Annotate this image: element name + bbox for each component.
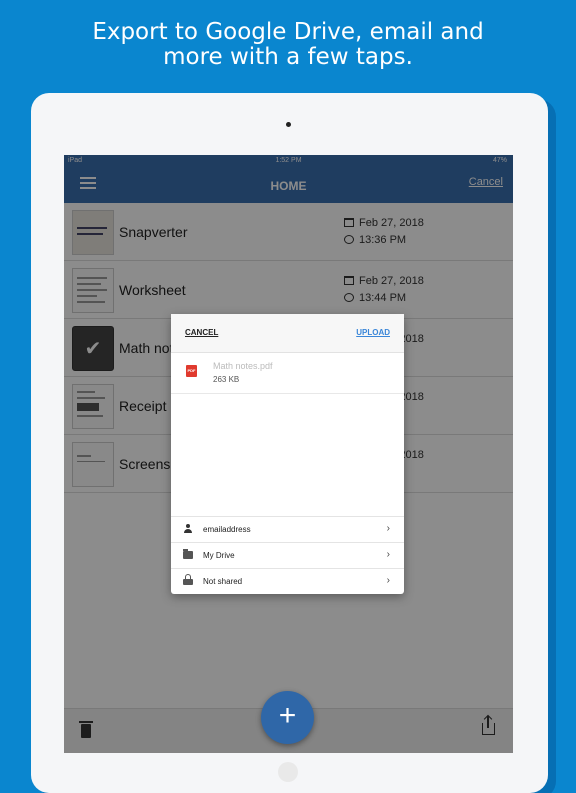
file-entry: PDF Math notes.pdf 263 KB bbox=[171, 352, 404, 394]
headline: Export to Google Drive, email and more w… bbox=[0, 20, 576, 70]
dialog-cancel-button[interactable]: CANCEL bbox=[185, 328, 218, 337]
home-button[interactable] bbox=[278, 762, 298, 782]
file-size: 263 KB bbox=[213, 375, 240, 384]
headline-line-1: Export to Google Drive, email and bbox=[92, 19, 484, 45]
upload-options: emailaddress › My Drive › Not shared › bbox=[171, 516, 404, 594]
camera-dot bbox=[286, 122, 291, 127]
upload-dialog: CANCEL UPLOAD PDF Math notes.pdf 263 KB … bbox=[171, 314, 404, 594]
dialog-header: CANCEL UPLOAD bbox=[171, 314, 404, 353]
upload-button[interactable]: UPLOAD bbox=[356, 328, 390, 337]
option-sharing[interactable]: Not shared › bbox=[171, 568, 404, 594]
add-button[interactable]: + bbox=[261, 691, 314, 744]
person-icon bbox=[183, 524, 193, 534]
chevron-right-icon: › bbox=[386, 549, 390, 560]
option-label: emailaddress bbox=[203, 525, 251, 534]
chevron-right-icon: › bbox=[386, 523, 390, 534]
folder-icon bbox=[183, 549, 193, 559]
app-screen: iPad 1:52 PM 47% HOME Cancel Snapverter … bbox=[64, 155, 513, 753]
file-name[interactable]: Math notes.pdf bbox=[213, 361, 273, 371]
lock-icon bbox=[183, 574, 193, 585]
option-label: Not shared bbox=[203, 577, 243, 586]
chevron-right-icon: › bbox=[386, 575, 390, 586]
option-folder[interactable]: My Drive › bbox=[171, 542, 404, 568]
option-account[interactable]: emailaddress › bbox=[171, 516, 404, 542]
headline-line-2: more with a few taps. bbox=[163, 44, 413, 70]
pdf-icon: PDF bbox=[186, 365, 197, 377]
option-label: My Drive bbox=[203, 551, 235, 560]
